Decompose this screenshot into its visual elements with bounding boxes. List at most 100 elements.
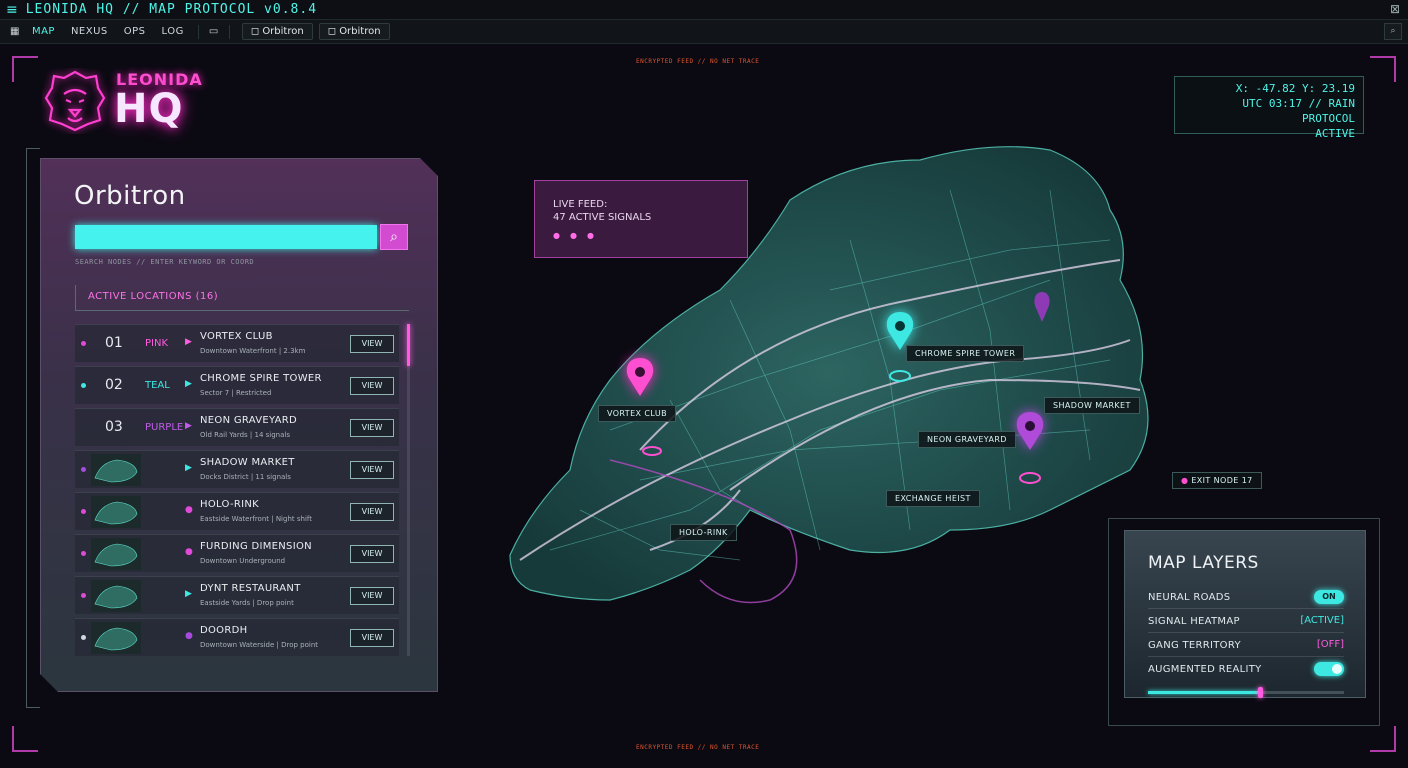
status-dot <box>81 383 86 388</box>
hud-top-label: ENCRYPTED FEED // NO NET TRACE <box>636 58 760 65</box>
font-chip[interactable]: ◻ Orbitron <box>241 23 313 40</box>
row-number: 02 <box>105 377 123 393</box>
tab-ops[interactable]: OPS <box>116 26 154 37</box>
tab-map[interactable]: MAP <box>24 26 63 37</box>
slider-thumb[interactable] <box>1257 687 1263 698</box>
row-color-name: TEAL <box>145 380 170 391</box>
view-button[interactable]: VIEW <box>350 335 394 353</box>
status-dot-small: ● <box>185 505 193 515</box>
coords-line: UTC 03:17 // RAIN PROTOCOL <box>1242 97 1355 125</box>
live-feed-panel: LIVE FEED: 47 ACTIVE SIGNALS ●●● <box>534 180 748 258</box>
row-subtitle: Eastside Yards | Drop point <box>200 599 294 607</box>
live-feed-count: 47 ACTIVE SIGNALS <box>553 212 652 223</box>
keyboard-icon[interactable]: ▭ <box>205 26 223 37</box>
list-item[interactable]: 01 PINK ▶ VORTEX CLUB Downtown Waterfron… <box>75 324 399 362</box>
status-dot <box>81 467 86 472</box>
tab-nexus[interactable]: NEXUS <box>63 26 116 37</box>
hud-corner <box>1370 726 1396 752</box>
layer-augmented-reality[interactable]: AUGMENTED REALITY <box>1148 659 1344 681</box>
signal-dots: ●●● <box>553 231 604 240</box>
opacity-slider[interactable] <box>1148 687 1344 698</box>
toggle-switch[interactable]: ON <box>1314 590 1344 604</box>
list-item[interactable]: 03 PURPLE ▶ NEON GRAVEYARD Old Rail Yard… <box>75 408 399 446</box>
map-thumbnail <box>91 622 141 654</box>
search-icon[interactable]: ⌕ <box>1384 23 1402 40</box>
layer-status[interactable]: [OFF] <box>1317 639 1344 650</box>
layer-label: SIGNAL HEATMAP <box>1148 616 1240 627</box>
layers-title: MAP LAYERS <box>1148 553 1259 573</box>
tab-log[interactable]: LOG <box>154 26 192 37</box>
play-icon: ▶ <box>185 589 192 599</box>
map-thumbnail <box>91 454 141 486</box>
search-button[interactable]: ⌕ <box>380 224 408 250</box>
list-item[interactable]: ● DOORDH Downtown Waterside | Drop point… <box>75 618 399 656</box>
map-label-exchange-heist[interactable]: EXCHANGE HEIST <box>886 490 980 507</box>
layer-label: AUGMENTED REALITY <box>1148 664 1262 675</box>
hud-bottom-label: ENCRYPTED FEED // NO NET TRACE <box>636 744 760 751</box>
row-number: 01 <box>105 335 123 351</box>
logo: LEONIDA HQ <box>42 66 222 136</box>
view-button[interactable]: VIEW <box>350 545 394 563</box>
status-dot <box>81 551 86 556</box>
map-label-chrome-spire[interactable]: CHROME SPIRE TOWER <box>906 345 1025 362</box>
status-dot: ● <box>1181 476 1192 485</box>
coords-line: ACTIVE <box>1315 127 1355 140</box>
list-item[interactable]: ▶ DYNT RESTAURANT Eastside Yards | Drop … <box>75 576 399 614</box>
status-dot-small: ● <box>185 631 193 641</box>
list-item[interactable]: ● FURDING DIMENSION Downtown Underground… <box>75 534 399 572</box>
row-number: 03 <box>105 419 123 435</box>
status-dot-small: ● <box>185 547 193 557</box>
view-button[interactable]: VIEW <box>350 461 394 479</box>
row-name: DOORDH <box>200 625 248 636</box>
layer-signal-heatmap[interactable]: SIGNAL HEATMAP [ACTIVE] <box>1148 611 1344 633</box>
map-label-vortex-club[interactable]: VORTEX CLUB <box>598 405 676 422</box>
row-subtitle: Eastside Waterfront | Night shift <box>200 515 312 523</box>
search-input[interactable] <box>75 225 377 249</box>
view-button[interactable]: VIEW <box>350 629 394 647</box>
row-name: VORTEX CLUB <box>200 331 273 342</box>
list-item[interactable]: ● HOLO-RINK Eastside Waterfront | Night … <box>75 492 399 530</box>
panel-frame <box>26 148 40 708</box>
layer-neural-roads[interactable]: NEURAL ROADS ON <box>1148 587 1344 609</box>
map-label-neon-graveyard[interactable]: NEON GRAVEYARD <box>918 431 1016 448</box>
active-locations-header: ACTIVE LOCATIONS (16) <box>75 285 409 311</box>
play-icon: ▶ <box>185 379 192 389</box>
search-icon: ⌕ <box>390 229 398 245</box>
layer-status[interactable]: [ACTIVE] <box>1300 615 1344 626</box>
row-name: HOLO-RINK <box>200 499 259 510</box>
toggle-switch[interactable] <box>1314 662 1344 676</box>
lion-icon <box>44 70 106 132</box>
row-color-name: PINK <box>145 338 169 349</box>
map-thumbnail <box>91 538 141 570</box>
view-button[interactable]: VIEW <box>350 377 394 395</box>
row-subtitle: Docks District | 11 signals <box>200 473 291 481</box>
status-dot <box>81 509 86 514</box>
panel-title: Orbitron <box>74 181 186 211</box>
map-label-exit-node[interactable]: ● EXIT NODE 17 <box>1172 472 1262 489</box>
view-button[interactable]: VIEW <box>350 419 394 437</box>
layer-gang-territory[interactable]: GANG TERRITORY [OFF] <box>1148 635 1344 657</box>
map-thumbnail <box>91 496 141 528</box>
grid-icon[interactable]: ▦ <box>6 26 24 37</box>
map-label-shadow-market[interactable]: SHADOW MARKET <box>1044 397 1140 414</box>
play-icon: ▶ <box>185 421 192 431</box>
list-item[interactable]: 02 TEAL ▶ CHROME SPIRE TOWER Sector 7 | … <box>75 366 399 404</box>
hamburger-icon[interactable]: ≡ <box>6 2 18 18</box>
map-label-holo-rink[interactable]: HOLO-RINK <box>670 524 737 541</box>
hud-corner <box>12 726 38 752</box>
view-button[interactable]: VIEW <box>350 503 394 521</box>
view-button[interactable]: VIEW <box>350 587 394 605</box>
row-subtitle: Downtown Waterfront | 2.3km <box>200 347 306 355</box>
row-subtitle: Old Rail Yards | 14 signals <box>200 431 290 439</box>
row-name: CHROME SPIRE TOWER <box>200 373 322 384</box>
font-chip[interactable]: ◻ Orbitron <box>318 23 390 40</box>
scroll-track[interactable] <box>407 324 410 656</box>
scrollbar-thumb[interactable] <box>407 324 410 366</box>
list-item[interactable]: ▶ SHADOW MARKET Docks District | 11 sign… <box>75 450 399 488</box>
toolbar: ▦ MAP NEXUS OPS LOG ▭ ◻ Orbitron ◻ Orbit… <box>0 20 1408 44</box>
status-dot <box>81 341 86 346</box>
status-dot <box>81 593 86 598</box>
close-icon[interactable]: ⊠ <box>1390 2 1400 16</box>
row-subtitle: Sector 7 | Restricted <box>200 389 272 397</box>
toolbar-divider <box>197 24 199 39</box>
